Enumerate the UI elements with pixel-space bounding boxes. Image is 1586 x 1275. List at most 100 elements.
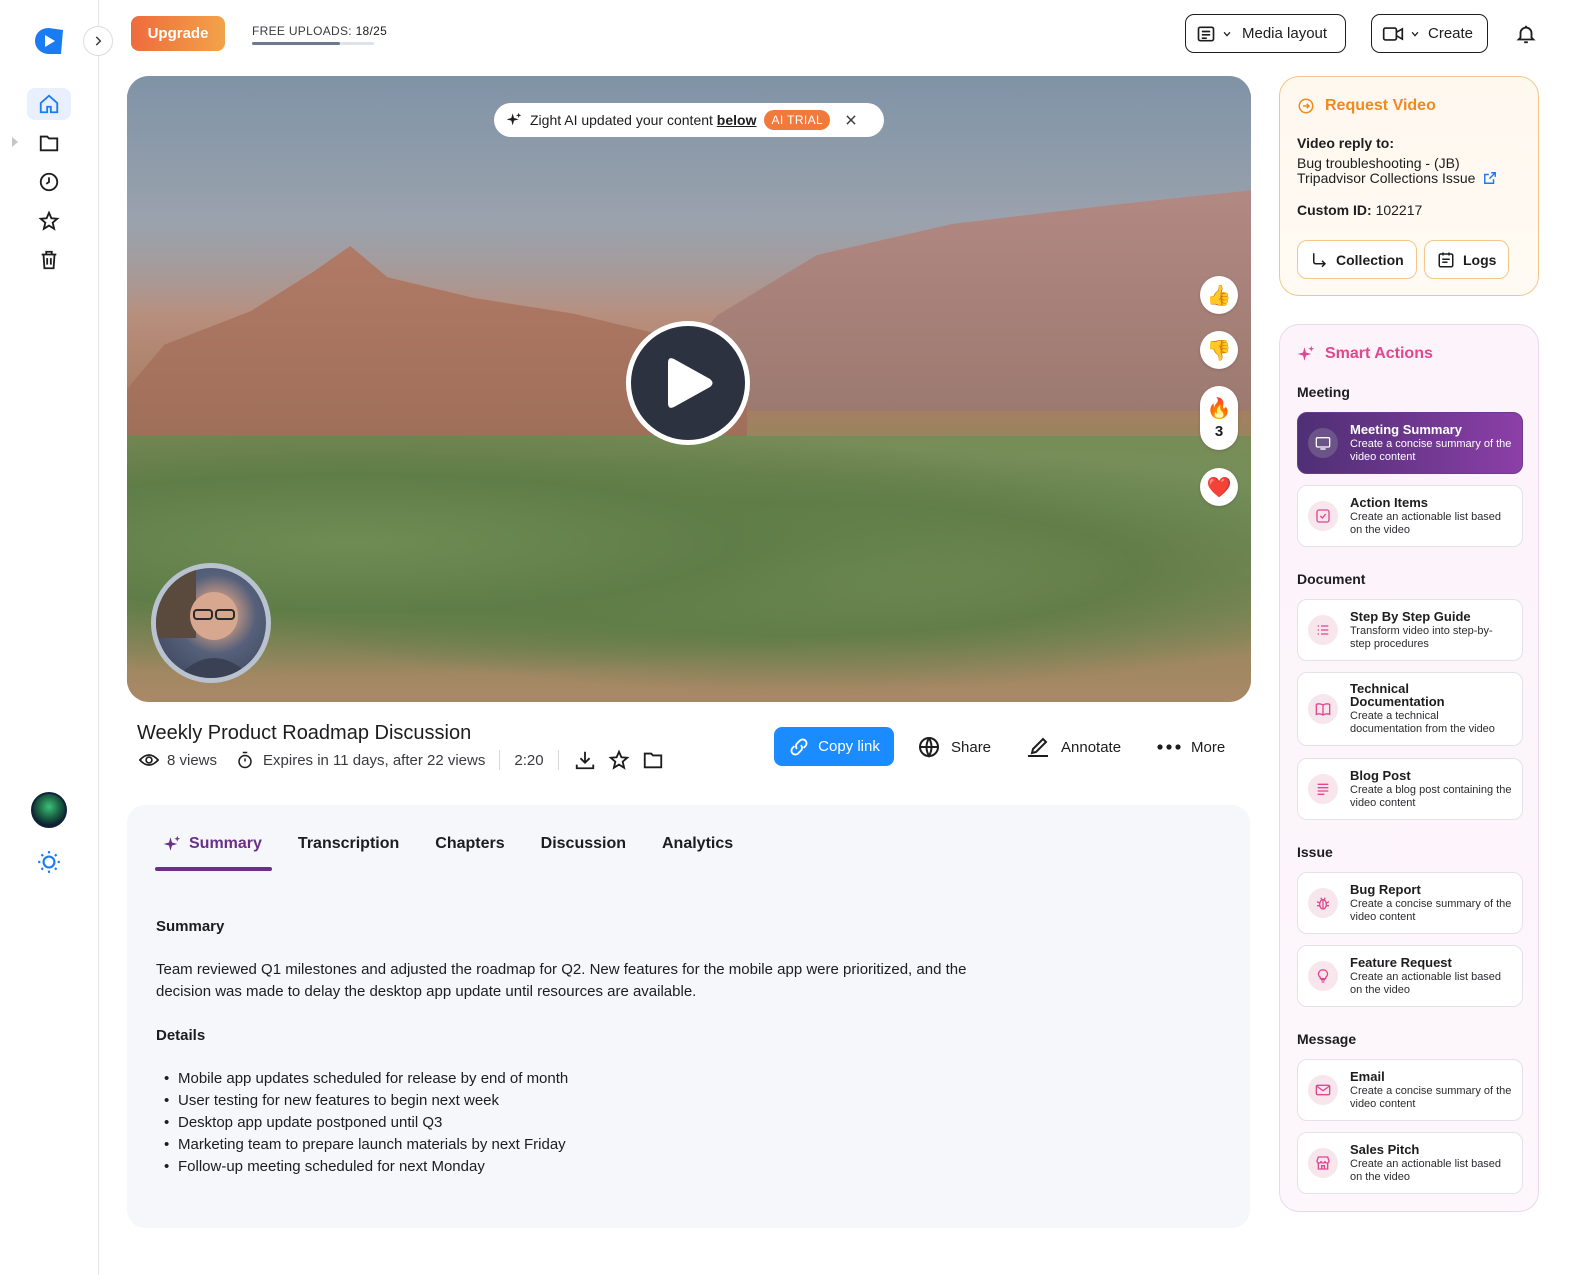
sidebar-item-favorites[interactable]	[27, 205, 71, 237]
custom-id-label: Custom ID:	[1297, 202, 1372, 218]
trash-icon	[41, 250, 57, 270]
lightbulb-icon	[1308, 961, 1338, 991]
action-desc: Create a concise summary of the video co…	[1350, 437, 1512, 463]
reaction-fire[interactable]: 🔥 3	[1200, 386, 1238, 450]
sidebar-item-recent[interactable]	[27, 166, 71, 198]
reply-line-2-text[interactable]: Tripadvisor Collections Issue	[1297, 170, 1475, 186]
move-to-folder-icon[interactable]	[641, 748, 665, 772]
sidebar-item-folders[interactable]	[27, 127, 71, 159]
video-player[interactable]: Zight AI updated your content below AI T…	[127, 76, 1251, 702]
request-video-title: Request Video	[1325, 97, 1436, 114]
uploads-progress-fill	[252, 42, 340, 45]
action-step-by-step-guide[interactable]: Step By Step Guide Transform video into s…	[1297, 599, 1523, 661]
smart-actions-title: Smart Actions	[1325, 345, 1433, 362]
tab-summary-label: Summary	[189, 835, 262, 852]
share-label: Share	[951, 738, 992, 756]
external-link-icon[interactable]	[1483, 171, 1497, 185]
action-name: Blog Post	[1350, 767, 1411, 783]
request-video-header: Request Video	[1297, 97, 1436, 115]
zight-logo-icon[interactable]	[33, 26, 65, 56]
book-icon	[1308, 694, 1338, 724]
group-label-meeting: Meeting	[1297, 384, 1350, 400]
action-blog-post[interactable]: Blog Post Create a blog post containing t…	[1297, 758, 1523, 820]
reaction-heart[interactable]: ❤️	[1200, 468, 1238, 506]
tab-transcription-label: Transcription	[297, 835, 400, 852]
calendar-log-icon	[1438, 252, 1454, 267]
action-desc: Create a technical documentation from th…	[1350, 710, 1495, 735]
action-technical-documentation[interactable]: Technical Documentation Create a technica…	[1297, 672, 1523, 746]
sparkle-icon	[1297, 345, 1315, 361]
copy-link-button[interactable]: Copy link	[774, 727, 894, 766]
action-meeting-summary[interactable]: Meeting Summary Create a concise summary …	[1297, 412, 1523, 474]
reply-line-2: Tripadvisor Collections Issue	[1297, 170, 1497, 186]
video-title[interactable]: Weekly Product Roadmap Discussion	[137, 722, 471, 745]
thumbs-up-icon: 👍	[1206, 284, 1232, 307]
content-panel: Summary Transcription Chapters Discussio…	[127, 805, 1250, 1228]
tab-chapters-label: Chapters	[435, 835, 505, 852]
expiry-text: Expires in 11 days, after 22 views	[263, 751, 486, 769]
folder-expand-caret-icon[interactable]	[12, 137, 18, 147]
action-action-items[interactable]: Action Items Create an actionable list ba…	[1297, 485, 1523, 547]
video-meta-row: 8 views Expires in 11 days, after 22 vie…	[137, 748, 665, 772]
logs-button[interactable]: Logs	[1424, 240, 1510, 279]
more-dots-icon	[1157, 744, 1181, 750]
timer-icon	[233, 748, 257, 772]
fire-icon: 🔥	[1206, 398, 1232, 420]
meta-divider	[557, 750, 559, 770]
create-button[interactable]: Create	[1371, 14, 1488, 53]
ai-update-banner: Zight AI updated your content below AI T…	[494, 103, 884, 137]
notifications-bell-icon[interactable]	[1512, 20, 1540, 48]
theme-toggle-icon[interactable]	[35, 848, 63, 876]
details-heading: Details	[156, 1027, 206, 1044]
chevron-down-icon	[1223, 31, 1231, 37]
action-name: Sales Pitch	[1350, 1141, 1420, 1157]
reply-line-1: Bug troubleshooting - (JB)	[1297, 155, 1460, 171]
share-button[interactable]: Share	[917, 734, 991, 760]
sidebar-item-home[interactable]	[27, 88, 71, 120]
ai-banner-link[interactable]: below	[717, 112, 757, 128]
chevron-down-icon	[1411, 31, 1419, 37]
storefront-icon	[1308, 1148, 1338, 1178]
action-desc: Create an actionable list based on the v…	[1350, 970, 1502, 996]
layout-icon	[1197, 26, 1215, 41]
action-sales-pitch[interactable]: Sales Pitch Create an actionable list bas…	[1297, 1132, 1523, 1194]
free-uploads-counter: FREE UPLOADS: 18/25	[252, 24, 387, 38]
list-item: Desktop app update postponed until Q3	[156, 1112, 568, 1134]
action-name: Meeting Summary	[1350, 421, 1462, 437]
list-item: Follow-up meeting scheduled for next Mon…	[156, 1156, 568, 1178]
download-icon[interactable]	[573, 748, 597, 772]
tab-summary[interactable]: Summary	[155, 835, 272, 871]
action-bug-report[interactable]: Bug Report Create a concise summary of th…	[1297, 872, 1523, 934]
media-layout-button[interactable]: Media layout	[1185, 14, 1346, 53]
play-button[interactable]	[626, 321, 750, 445]
more-label: More	[1191, 738, 1226, 756]
tab-chapters[interactable]: Chapters	[435, 835, 504, 871]
expand-sidebar-button[interactable]	[83, 26, 113, 56]
user-avatar[interactable]	[31, 792, 67, 828]
custom-id-value: 102217	[1375, 202, 1423, 218]
tab-analytics[interactable]: Analytics	[662, 835, 733, 871]
tab-discussion[interactable]: Discussion	[541, 835, 626, 871]
reaction-thumbs-down[interactable]: 👎	[1200, 331, 1238, 369]
close-icon[interactable]	[844, 113, 858, 127]
monitor-icon	[1308, 428, 1338, 458]
left-sidebar	[0, 0, 99, 1275]
sidebar-item-trash[interactable]	[27, 244, 71, 276]
favorite-star-icon[interactable]	[607, 748, 631, 772]
free-uploads-value: 18/25	[355, 24, 388, 38]
reaction-thumbs-up[interactable]: 👍	[1200, 276, 1238, 314]
details-list: Mobile app updates scheduled for release…	[156, 1068, 568, 1178]
action-name: Action Items	[1350, 494, 1429, 510]
more-button[interactable]: More	[1157, 734, 1225, 760]
meta-divider	[499, 750, 501, 770]
video-camera-icon	[1382, 26, 1404, 41]
fire-reaction-count: 3	[1214, 423, 1224, 440]
globe-icon	[919, 737, 939, 759]
request-arrow-circle-icon	[1298, 98, 1314, 114]
annotate-button[interactable]: Annotate	[1025, 734, 1121, 760]
upgrade-button[interactable]: Upgrade	[131, 16, 225, 51]
action-feature-request[interactable]: Feature Request Create an actionable list…	[1297, 945, 1523, 1007]
tab-transcription[interactable]: Transcription	[298, 835, 399, 871]
collection-button[interactable]: Collection	[1297, 240, 1417, 279]
action-email[interactable]: Email Create a concise summary of the vid…	[1297, 1059, 1523, 1121]
